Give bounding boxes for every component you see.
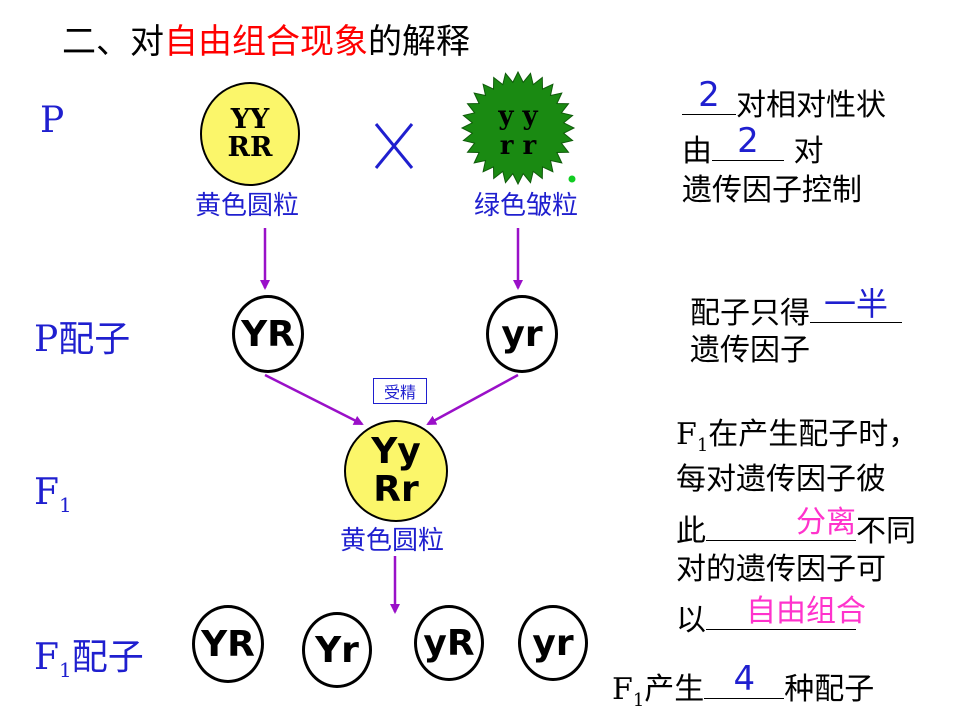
p-gamete-yr-dominant: YR [232, 295, 304, 373]
note-1-line3: 遗传因子控制 [682, 173, 862, 208]
note-3-line2: 每对遗传因子彼 [676, 462, 886, 497]
green-parent-label: 绿色皱粒 [474, 191, 579, 221]
row-label-f1-gametes: F1配子 [34, 637, 144, 683]
note-3-line4: 对的遗传因子可 [676, 552, 886, 587]
p-gamete-yr-recessive: yr [486, 295, 558, 373]
row-label-p-gametes: P配子 [34, 319, 131, 360]
yellow-genotype-line1: YY [230, 103, 270, 135]
cross-symbol [374, 123, 414, 169]
green-genotype-line1: y y [498, 101, 538, 132]
small-green-dot [568, 175, 576, 183]
note-3-line3: 此分离 不同 [676, 505, 916, 549]
f1-gamete-1: YR [192, 605, 264, 683]
f1-gamete-2: Yr [302, 612, 372, 688]
f1-genotype-line2: Rr [373, 469, 419, 510]
arrow-yr-to-f1-right [426, 373, 519, 426]
yellow-parent-label: 黄色圆粒 [195, 191, 300, 221]
note-2-line1: 配子只得 一半 [690, 288, 902, 329]
note-1-line1: 2 对相对性状 [682, 78, 886, 121]
f1-circle: Yy Rr [344, 420, 448, 522]
fertilization-label: 受精 [373, 378, 427, 404]
arrow-yr-to-f1-left [264, 373, 364, 426]
green-genotype-line2: r r [499, 131, 537, 161]
yellow-parent-circle: YY RR [200, 82, 300, 186]
note-4: F1产生 4 种配子 [612, 659, 875, 711]
yellow-genotype-line2: RR [227, 132, 273, 163]
note-3-line5: 以自由组合 [676, 594, 866, 638]
row-label-p: P [40, 100, 65, 141]
f1-label: 黄色圆粒 [340, 526, 445, 556]
note-3-line1: F1在产生配子时， [676, 417, 919, 456]
f1-gamete-3: yR [414, 605, 484, 681]
green-parent-genotype: y y r r [470, 92, 566, 172]
row-label-f1: F1 [34, 472, 72, 518]
f1-genotype-line1: Yy [371, 431, 421, 473]
note-1-line2: 由2 对 [682, 121, 824, 169]
note-2-line2: 遗传因子 [690, 333, 810, 368]
f1-gamete-4: yr [518, 605, 588, 681]
